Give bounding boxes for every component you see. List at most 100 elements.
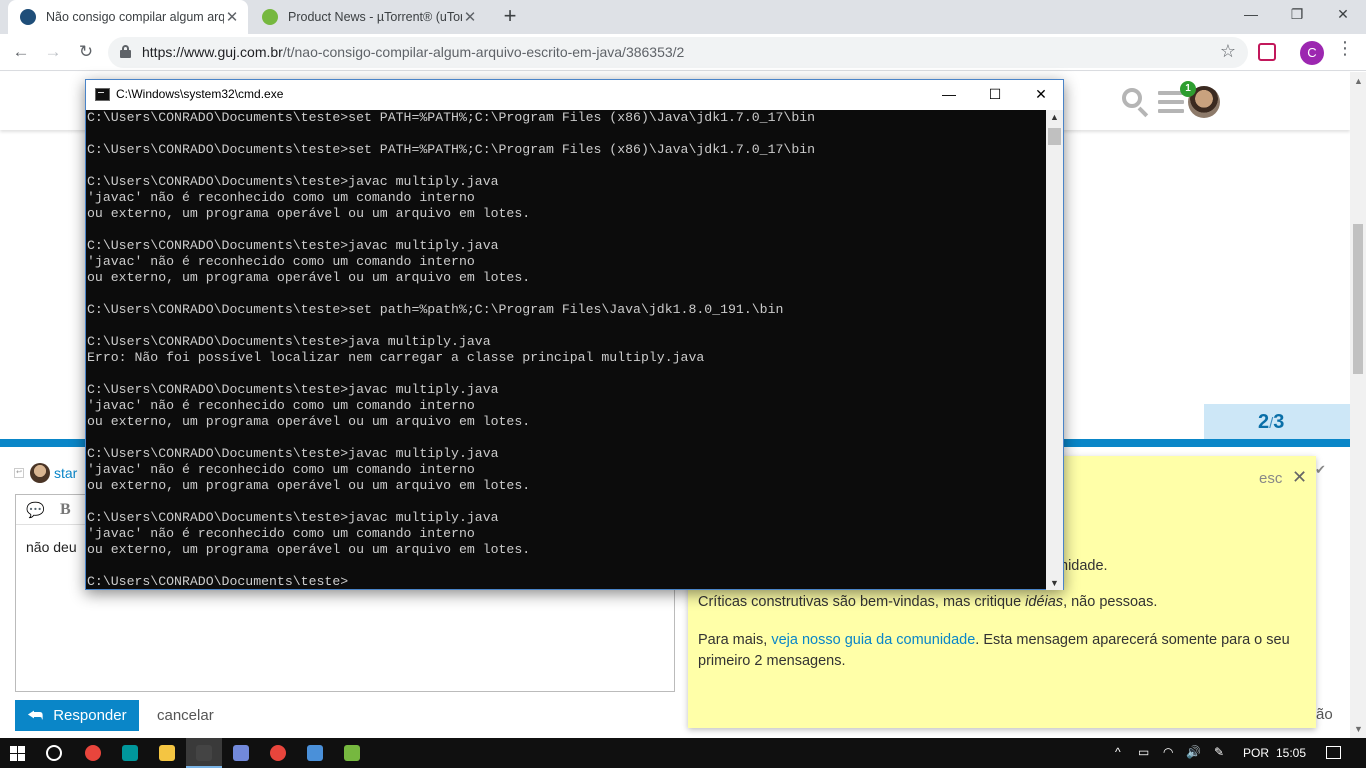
notification-badge[interactable]: 1 — [1180, 81, 1196, 97]
bookmark-star-icon[interactable]: ☆ — [1220, 41, 1236, 62]
reply-to-avatar — [30, 463, 50, 483]
tray-chevron-icon[interactable]: ^ — [1115, 745, 1121, 759]
cmd-line: ou externo, um programa operável ou um a… — [87, 542, 531, 557]
url-text[interactable]: https://www.guj.com.br/t/nao-consigo-com… — [142, 44, 684, 60]
windows-start-icon[interactable] — [10, 746, 25, 761]
taskbar-app-cmd[interactable] — [186, 738, 222, 768]
cmd-line — [87, 286, 1046, 302]
tab-close-icon[interactable]: ✕ — [462, 8, 478, 26]
cmd-line: 'javac' não é reconhecido como um comand… — [87, 462, 475, 477]
cmd-console-output[interactable]: C:\Users\CONRADO\Documents\teste>set PAT… — [86, 110, 1046, 590]
tab-guj[interactable]: Não consigo compilar algum arq ✕ — [8, 0, 248, 34]
url-path: /t/nao-consigo-compilar-algum-arquivo-es… — [282, 44, 685, 60]
taskbar-app-discord[interactable] — [223, 738, 259, 768]
cmd-line: C:\Users\CONRADO\Documents\teste>set PAT… — [87, 110, 816, 125]
cmd-minimize-button[interactable]: — — [926, 80, 972, 110]
cmd-scroll-up-icon[interactable]: ▲ — [1050, 112, 1059, 122]
editor-text[interactable]: não deu — [26, 539, 77, 555]
taskbar-app-utorrent[interactable] — [334, 738, 370, 768]
cmd-scrollbar[interactable]: ▲ ▼ — [1046, 110, 1063, 590]
browser-minimize-button[interactable]: — — [1228, 0, 1274, 30]
check-icon: ✔ — [1315, 462, 1326, 477]
reply-button[interactable]: ⮪ Responder — [15, 700, 139, 731]
tab-utorrent[interactable]: Product News - µTorrent® (uTor ✕ — [250, 0, 486, 34]
esc-label: esc — [1259, 470, 1283, 487]
notice-p2-start: Críticas construtivas são bem-vindas, ma… — [698, 594, 1026, 610]
notice-paragraph-guide: Para mais, veja nosso guia da comunidade… — [698, 630, 1298, 672]
cmd-titlebar[interactable]: C:\Windows\system32\cmd.exe — ☐ ✕ — [86, 80, 1063, 110]
cmd-scrollbar-thumb[interactable] — [1048, 128, 1061, 145]
monitor-icon — [307, 745, 323, 761]
cmd-line — [87, 222, 1046, 238]
file-explorer-icon — [159, 745, 175, 761]
scrollbar-thumb[interactable] — [1353, 224, 1363, 374]
cancel-link[interactable]: cancelar — [157, 707, 214, 724]
taskbar-app-arduino[interactable] — [112, 738, 148, 768]
browser-close-button[interactable]: ✕ — [1320, 0, 1366, 30]
browser-toolbar: ← → ↻ https://www.guj.com.br/t/nao-consi… — [0, 34, 1366, 71]
cmd-line — [87, 318, 1046, 334]
forward-button[interactable]: → — [40, 40, 66, 66]
page-scrollbar[interactable]: ▲ ▼ — [1350, 72, 1366, 738]
extension-icon[interactable] — [1258, 43, 1276, 61]
taskbar-app-monitor[interactable] — [297, 738, 333, 768]
partial-text: ão — [1316, 706, 1333, 723]
wifi-icon[interactable]: ◠ — [1163, 745, 1173, 759]
cmd-line: C:\Users\CONRADO\Documents\teste>javac m… — [87, 174, 499, 189]
input-language[interactable]: POR — [1243, 746, 1269, 760]
progress-current: 2 — [1258, 411, 1270, 433]
url-host: https://www.guj.com.br — [142, 44, 283, 60]
cmd-line — [87, 430, 1046, 446]
reload-button[interactable]: ↻ — [73, 40, 99, 66]
scroll-down-icon[interactable]: ▼ — [1354, 724, 1363, 734]
notice-line-partial: nidade. — [1060, 558, 1108, 574]
battery-icon[interactable]: ▭ — [1138, 745, 1149, 759]
taskbar-app-chrome[interactable] — [75, 738, 111, 768]
cmd-line: C:\Users\CONRADO\Documents\teste>javac m… — [87, 382, 499, 397]
volume-icon[interactable]: 🔊 — [1186, 745, 1201, 759]
cmd-close-button[interactable]: ✕ — [1018, 80, 1064, 110]
tab-close-icon[interactable]: ✕ — [224, 8, 240, 26]
cmd-line: C:\Users\CONRADO\Documents\teste>javac m… — [87, 446, 499, 461]
discord-icon — [233, 745, 249, 761]
notice-p3-start: Para mais, — [698, 632, 772, 648]
cmd-line: C:\Users\CONRADO\Documents\teste>java mu… — [87, 334, 491, 349]
tab-title: Não consigo compilar algum arq — [46, 10, 224, 24]
cmd-window[interactable]: C:\Windows\system32\cmd.exe — ☐ ✕ C:\Use… — [85, 79, 1064, 590]
scroll-up-icon[interactable]: ▲ — [1354, 76, 1363, 86]
browser-restore-button[interactable]: ❐ — [1274, 0, 1320, 30]
cmd-line: ou externo, um programa operável ou um a… — [87, 478, 531, 493]
tab-title: Product News - µTorrent® (uTor — [288, 10, 462, 24]
notice-close-icon[interactable]: ✕ — [1292, 467, 1307, 488]
cmd-scroll-down-icon[interactable]: ▼ — [1050, 578, 1059, 588]
taskbar-clock[interactable]: 15:05 — [1276, 746, 1306, 760]
cmd-line: C:\Users\CONRADO\Documents\teste>javac m… — [87, 510, 499, 525]
taskbar-app-file-explorer[interactable] — [149, 738, 185, 768]
quote-icon[interactable]: 💬 — [26, 501, 45, 519]
cmd-line: C:\Users\CONRADO\Documents\teste>javac m… — [87, 238, 499, 253]
bold-button[interactable]: B — [60, 501, 71, 519]
reply-to-icon: ↩ — [14, 468, 24, 478]
browser-menu-icon[interactable]: ⋮ — [1336, 38, 1354, 59]
cmd-line: ou externo, um programa operável ou um a… — [87, 270, 531, 285]
cmd-app-icon — [95, 88, 110, 101]
profile-avatar[interactable]: C — [1300, 41, 1324, 65]
cmd-line: 'javac' não é reconhecido como um comand… — [87, 398, 475, 413]
action-center-icon[interactable] — [1326, 746, 1341, 759]
address-bar[interactable]: https://www.guj.com.br/t/nao-consigo-com… — [108, 37, 1248, 68]
notice-p2-end: , não pessoas. — [1063, 594, 1158, 610]
community-guide-link[interactable]: veja nosso guia da comunidade — [771, 632, 975, 648]
search-icon[interactable] — [1122, 88, 1150, 118]
reply-to-username[interactable]: star — [54, 465, 77, 481]
windows-taskbar: ^ ▭ ◠ 🔊 ✎ POR 15:05 — [0, 738, 1366, 768]
cortana-search-icon[interactable] — [46, 745, 62, 761]
cmd-line: ou externo, um programa operável ou um a… — [87, 206, 531, 221]
new-tab-button[interactable]: + — [498, 4, 522, 30]
cmd-line — [87, 558, 1046, 574]
back-button[interactable]: ← — [8, 40, 34, 66]
cmd-maximize-button[interactable]: ☐ — [972, 80, 1018, 110]
cmd-line — [87, 494, 1046, 510]
taskbar-app-chrome-alt[interactable] — [260, 738, 296, 768]
pen-workspace-icon[interactable]: ✎ — [1214, 745, 1224, 759]
hamburger-menu-icon[interactable] — [1158, 91, 1184, 118]
